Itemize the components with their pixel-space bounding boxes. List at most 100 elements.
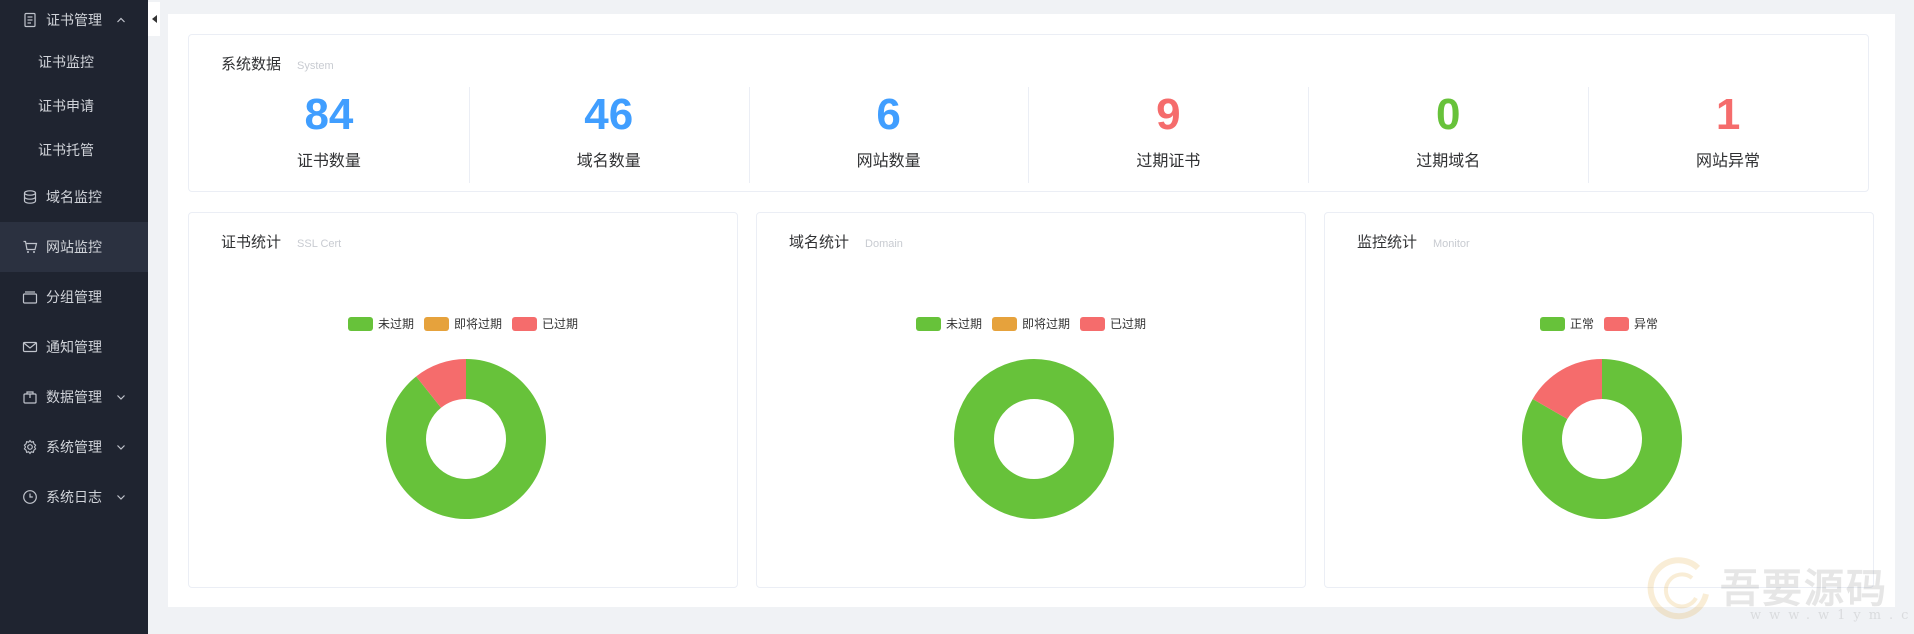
monitor-stats-card: 监控统计 Monitor 正常 异常 [1324, 212, 1874, 588]
package-icon [22, 389, 38, 405]
sidebar-subitem-cert-hosting[interactable]: 证书托管 [0, 128, 148, 172]
sidebar-item-label: 分组管理 [46, 289, 102, 305]
stat-domain-count: 46 域名数量 [468, 87, 749, 183]
sidebar-item-cert-management[interactable]: 证书管理 [0, 0, 148, 40]
sidebar-item-label: 通知管理 [46, 339, 102, 355]
sidebar-item-notify-management[interactable]: 通知管理 [0, 322, 148, 372]
stat-row: 84 证书数量 46 域名数量 6 网站数量 9 过期证书 0 过期域名 1 网… [189, 87, 1868, 183]
legend-label: 正常 [1569, 317, 1594, 331]
card-title: 域名统计 [789, 234, 850, 251]
watermark-url: www.w1ym.com [1750, 608, 1914, 623]
card-header: 证书统计 SSL Cert [221, 231, 341, 252]
sidebar-item-site-monitor[interactable]: 网站监控 [0, 222, 148, 272]
sidebar: 证书管理 证书监控 证书申请 证书托管 域名监控 网站监控 分组管理 通知管理 … [0, 0, 148, 634]
stat-site-errors: 1 网站异常 [1588, 87, 1868, 183]
caret-left-icon [151, 15, 157, 23]
stat-label: 证书数量 [296, 153, 361, 170]
clock-icon [22, 489, 38, 505]
sidebar-item-data-management[interactable]: 数据管理 [0, 372, 148, 422]
pie-slice-未过期[interactable] [954, 359, 1114, 519]
legend-item-expiring[interactable]: 即将过期 [423, 315, 502, 332]
cert-stats-card: 证书统计 SSL Cert 未过期 即将过期 已过期 [188, 212, 738, 588]
legend-item-not-expired[interactable]: 未过期 [915, 315, 982, 332]
stat-label: 域名数量 [576, 153, 641, 170]
legend-label: 已过期 [542, 317, 579, 331]
sidebar-item-domain-monitor[interactable]: 域名监控 [0, 172, 148, 222]
watermark: 吾要源码 www.w1ym.com [1640, 550, 1914, 630]
stat-value: 84 [304, 90, 354, 139]
card-subtitle: Monitor [1433, 238, 1470, 250]
sidebar-subitem-cert-monitor[interactable]: 证书监控 [0, 40, 148, 84]
legend-label: 未过期 [945, 317, 982, 331]
mail-icon [22, 339, 38, 355]
legend-swatch [423, 316, 449, 331]
card-title: 证书统计 [221, 234, 282, 251]
legend-swatch [1604, 316, 1629, 331]
legend-swatch [915, 316, 941, 331]
stat-value: 1 [1715, 90, 1741, 139]
card-subtitle: Domain [865, 238, 903, 250]
chevron-down-icon [117, 445, 125, 450]
sidebar-subitem-cert-apply[interactable]: 证书申请 [0, 84, 148, 128]
card-title: 监控统计 [1357, 234, 1418, 251]
legend-label: 异常 [1634, 317, 1659, 331]
stat-site-count: 6 网站数量 [748, 87, 1029, 183]
stat-label: 网站异常 [1696, 153, 1761, 170]
domain-donut-chart [954, 359, 1114, 519]
chevron-up-icon [117, 17, 125, 23]
legend-label: 已过期 [1110, 317, 1147, 331]
card-subtitle: SSL Cert [297, 238, 342, 250]
sidebar-item-label: 数据管理 [46, 389, 102, 405]
chart-legend: 正常 异常 [1325, 315, 1873, 332]
legend-item-expired[interactable]: 已过期 [512, 315, 578, 332]
legend-swatch [991, 316, 1017, 331]
domain-stats-card: 域名统计 Domain 未过期 即将过期 已过期 [756, 212, 1306, 588]
stat-label: 网站数量 [856, 153, 921, 170]
sidebar-item-group-management[interactable]: 分组管理 [0, 272, 148, 322]
legend-item-expiring[interactable]: 即将过期 [991, 315, 1070, 332]
stat-expired-certs: 9 过期证书 [1028, 87, 1308, 183]
sidebar-item-system-log[interactable]: 系统日志 [0, 472, 148, 522]
card-subtitle: System [297, 60, 334, 72]
legend-label: 即将过期 [453, 317, 502, 331]
chevron-down-icon [117, 395, 125, 400]
cart-icon [22, 239, 38, 255]
card-title: 系统数据 [221, 56, 282, 73]
stat-value: 6 [876, 90, 901, 139]
legend-swatch [347, 316, 373, 331]
chart-legend: 未过期 即将过期 已过期 [757, 315, 1305, 332]
chevron-down-icon [117, 495, 125, 500]
sidebar-collapse-button[interactable] [148, 2, 160, 36]
card-header: 域名统计 Domain [789, 231, 903, 252]
cert-donut-chart [386, 359, 546, 519]
legend-swatch [1539, 316, 1565, 331]
stat-label: 过期域名 [1416, 153, 1481, 170]
chart-legend: 未过期 即将过期 已过期 [189, 315, 737, 332]
legend-swatch [1080, 316, 1105, 331]
sidebar-item-label: 系统管理 [46, 439, 102, 455]
stat-label: 过期证书 [1136, 153, 1201, 170]
legend-label: 即将过期 [1021, 317, 1070, 331]
card-header: 监控统计 Monitor [1357, 231, 1470, 252]
sidebar-item-system-management[interactable]: 系统管理 [0, 422, 148, 472]
gear-icon [22, 439, 38, 455]
legend-item-error[interactable]: 异常 [1604, 315, 1658, 332]
sidebar-item-label: 系统日志 [46, 489, 102, 505]
folder-icon [22, 289, 38, 305]
watermark-text: 吾要源码 [1720, 565, 1888, 612]
legend-label: 未过期 [377, 317, 414, 331]
system-data-card: 系统数据 System 84 证书数量 46 域名数量 6 网站数量 9 过期证… [188, 34, 1869, 192]
card-header: 系统数据 System [221, 53, 334, 74]
legend-item-normal[interactable]: 正常 [1539, 315, 1594, 332]
sidebar-item-label: 网站监控 [46, 239, 102, 255]
sidebar-item-label: 证书管理 [46, 12, 102, 28]
main-panel: 系统数据 System 84 证书数量 46 域名数量 6 网站数量 9 过期证… [168, 14, 1895, 607]
legend-item-not-expired[interactable]: 未过期 [347, 315, 414, 332]
sidebar-item-label: 域名监控 [46, 189, 102, 205]
watermark-logo-icon [1647, 557, 1709, 620]
monitor-donut-chart [1522, 359, 1682, 519]
legend-swatch [512, 316, 537, 331]
legend-item-expired[interactable]: 已过期 [1080, 315, 1146, 332]
database-icon [22, 189, 38, 205]
document-icon [22, 12, 38, 28]
